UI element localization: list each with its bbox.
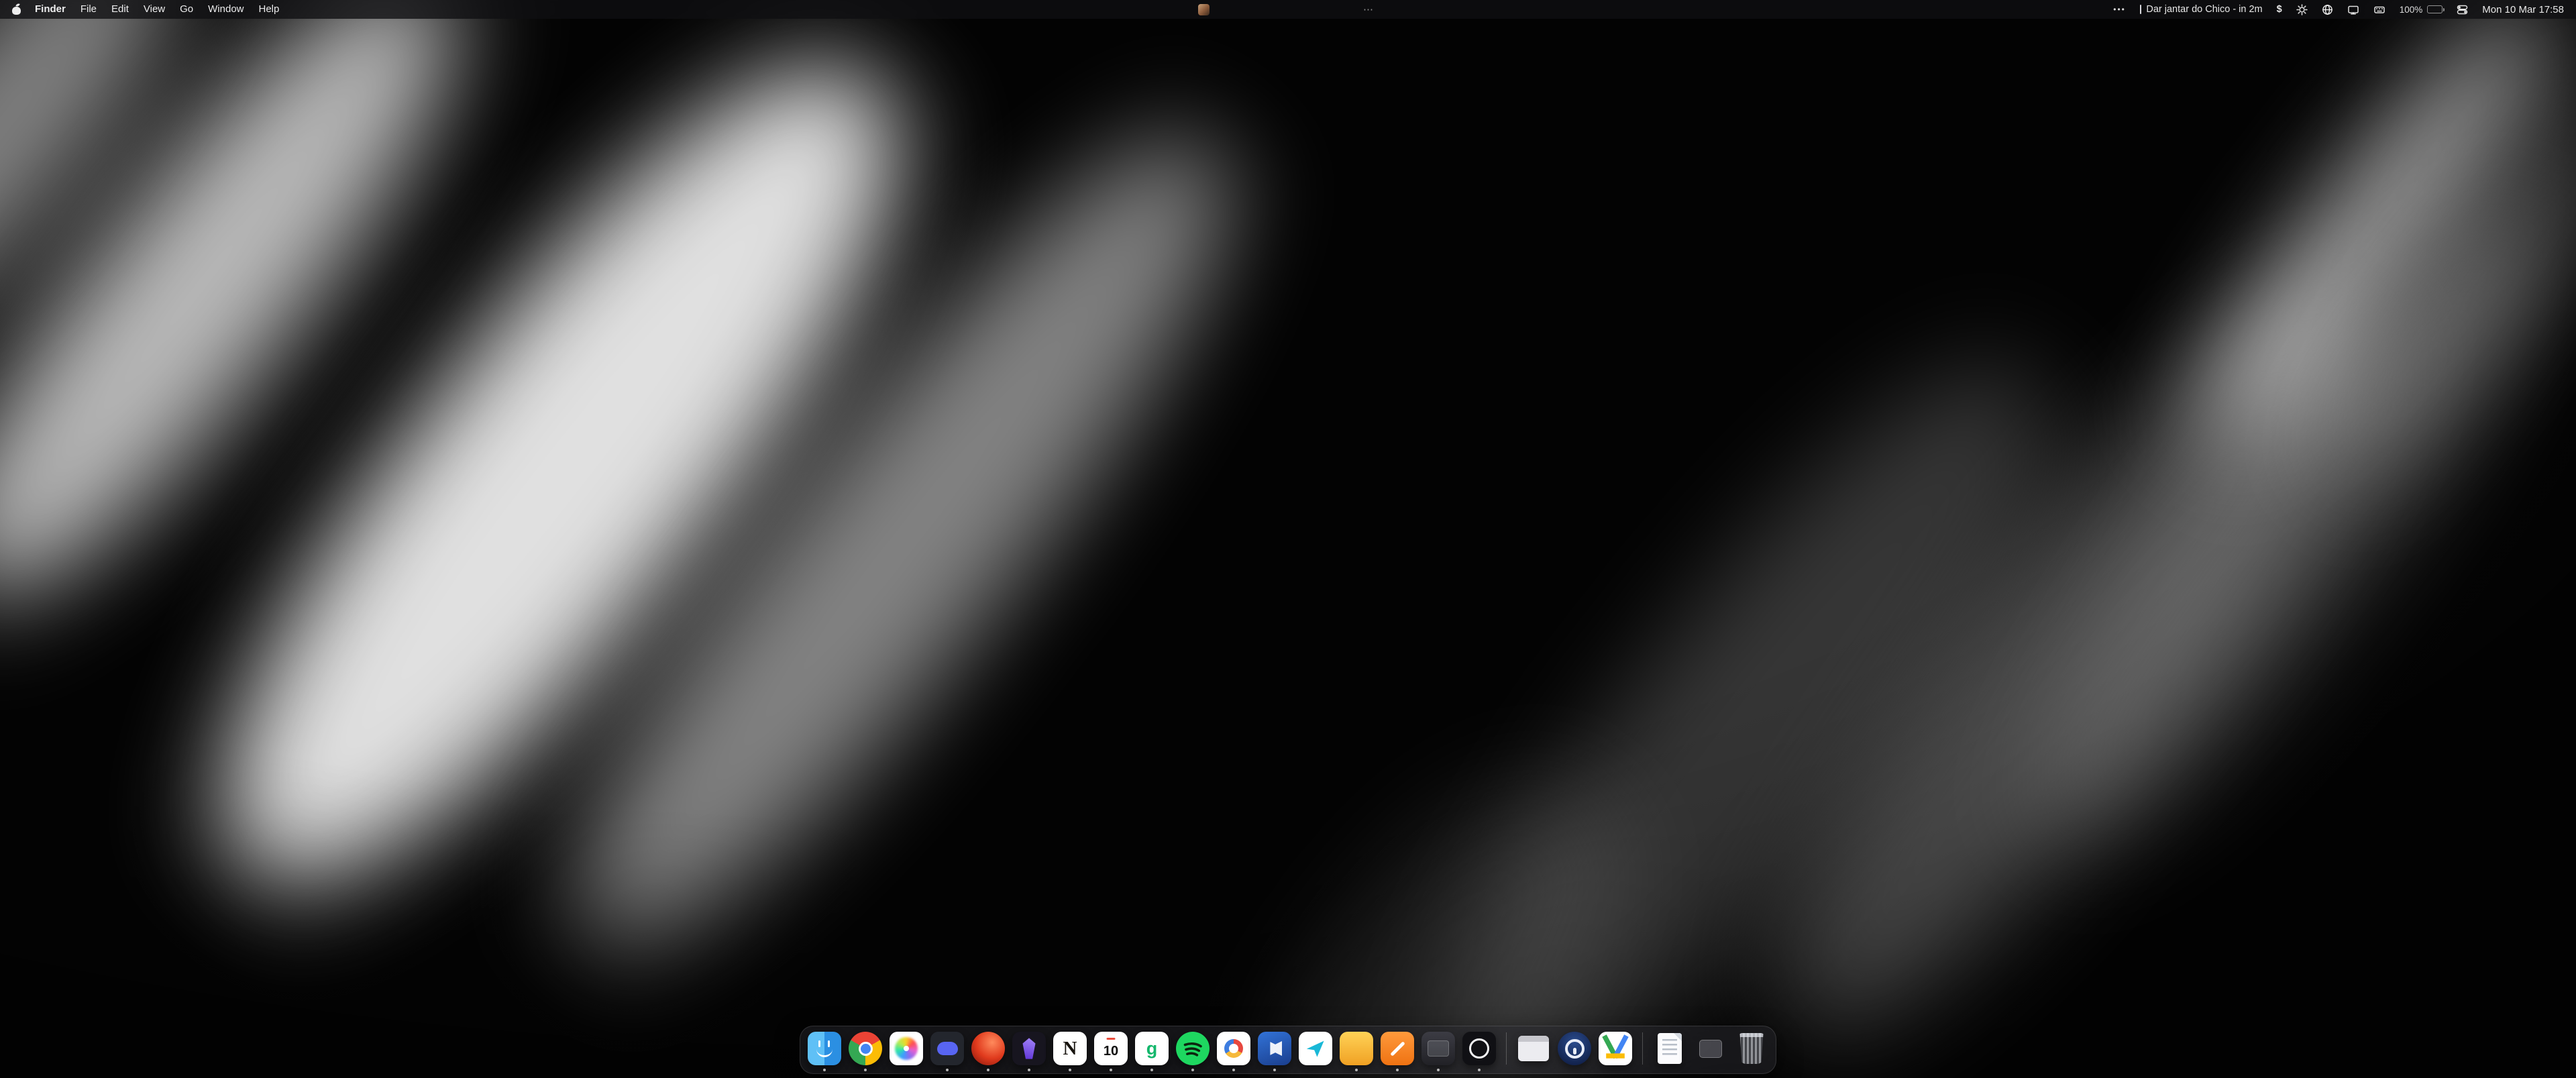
running-indicator <box>1110 1069 1112 1071</box>
dock-item-tableplus[interactable] <box>1217 1032 1250 1065</box>
dock-item-chrome[interactable] <box>849 1032 882 1065</box>
blue-code-app-icon <box>1258 1032 1291 1065</box>
event-text: Dar jantar do Chico - in 2m <box>2146 4 2262 15</box>
dock-item-spotify[interactable] <box>1176 1032 1210 1065</box>
menu-go[interactable]: Go <box>172 0 201 19</box>
running-indicator <box>1355 1069 1358 1071</box>
dock-item-window-preview[interactable] <box>1517 1032 1550 1065</box>
chrome-icon <box>849 1032 882 1065</box>
dock-separator <box>1642 1032 1643 1065</box>
globe-icon[interactable] <box>2322 4 2333 15</box>
calendar-event-item[interactable]: Dar jantar do Chico - in 2m <box>2140 4 2263 15</box>
battery-icon <box>2427 5 2443 13</box>
dock-item-minimized-window[interactable] <box>1694 1032 1727 1065</box>
running-indicator <box>987 1069 989 1071</box>
dock-separator <box>1506 1032 1507 1065</box>
calendar-day-number: 10 <box>1104 1044 1118 1059</box>
menu-view[interactable]: View <box>136 0 172 19</box>
menu-bar: Finder File Edit View Go Window Help ⋯ •… <box>0 0 2576 19</box>
spotify-icon <box>1176 1032 1210 1065</box>
menu-file[interactable]: File <box>73 0 104 19</box>
calendar-icon: 10 <box>1094 1032 1128 1065</box>
running-indicator <box>1150 1069 1153 1071</box>
control-center-icon[interactable] <box>2457 4 2468 15</box>
battery-percent: 100% <box>2400 5 2423 15</box>
running-indicator <box>1028 1069 1030 1071</box>
notion-icon: N <box>1053 1032 1087 1065</box>
red-app-icon <box>971 1032 1005 1065</box>
running-indicator <box>1232 1069 1235 1071</box>
dock-item-calendar[interactable]: 10 <box>1094 1032 1128 1065</box>
dock-item-1password[interactable] <box>1558 1032 1591 1065</box>
running-indicator <box>1191 1069 1194 1071</box>
orange-pencil-app-icon <box>1381 1032 1414 1065</box>
dock-item-colorful-app[interactable] <box>890 1032 923 1065</box>
battery-status[interactable]: 100% <box>2400 5 2443 15</box>
menu-help[interactable]: Help <box>252 0 287 19</box>
dock-item-red-app[interactable] <box>971 1032 1005 1065</box>
dock-item-blue-code-app[interactable] <box>1258 1032 1291 1065</box>
google-drive-icon <box>1599 1032 1632 1065</box>
dock-item-orange-pencil-app[interactable] <box>1381 1032 1414 1065</box>
tableplus-icon <box>1217 1032 1250 1065</box>
dock-item-document[interactable] <box>1653 1032 1686 1065</box>
menubar-app-thumbnail-icon <box>1198 4 1210 15</box>
dark-circle-app-icon <box>1462 1032 1496 1065</box>
document-file-icon <box>1658 1033 1682 1064</box>
1password-icon <box>1558 1032 1591 1065</box>
active-app-menu[interactable]: Finder <box>28 0 73 19</box>
dock-item-google-drive[interactable] <box>1599 1032 1632 1065</box>
dock: N 10 g <box>800 1026 1776 1074</box>
event-color-bar-icon <box>2140 5 2142 14</box>
window-preview-icon <box>1518 1036 1549 1061</box>
dock-item-obsidian[interactable] <box>1012 1032 1046 1065</box>
dock-item-teal-app[interactable] <box>1299 1032 1332 1065</box>
running-indicator <box>1478 1069 1481 1071</box>
status-overflow-icon[interactable]: ••• <box>2113 5 2126 14</box>
obsidian-icon <box>1012 1032 1046 1065</box>
running-indicator <box>1437 1069 1440 1071</box>
menu-window[interactable]: Window <box>201 0 251 19</box>
dark-terminal-app-icon <box>1421 1032 1455 1065</box>
apple-menu-icon[interactable] <box>12 4 21 15</box>
discord-icon <box>930 1032 964 1065</box>
trash-icon <box>1739 1033 1764 1064</box>
teal-app-icon <box>1299 1032 1332 1065</box>
menubar-app-icon[interactable] <box>1198 0 1210 19</box>
dock-item-green-letter-app[interactable]: g <box>1135 1032 1169 1065</box>
running-indicator <box>1273 1069 1276 1071</box>
running-indicator <box>1396 1069 1399 1071</box>
green-letter-app-icon: g <box>1135 1032 1169 1065</box>
dock-item-finder[interactable] <box>808 1032 841 1065</box>
menu-bar-clock[interactable]: Mon 10 Mar 17:58 <box>2482 4 2564 15</box>
display-icon[interactable] <box>2347 4 2359 15</box>
keyboard-icon[interactable] <box>2373 4 2385 15</box>
wallpaper-vignette <box>0 0 2576 1078</box>
dock-item-yellow-app[interactable] <box>1340 1032 1373 1065</box>
menu-bar-left: Finder File Edit View Go Window Help <box>8 0 286 19</box>
running-indicator <box>1069 1069 1071 1071</box>
ellipsis-small-icon: ⋯ <box>1363 3 1373 15</box>
menubar-extra-dots[interactable]: ⋯ <box>1363 0 1373 19</box>
gear-icon[interactable] <box>2296 4 2308 15</box>
dock-item-dark-terminal-app[interactable] <box>1421 1032 1455 1065</box>
running-indicator <box>823 1069 826 1071</box>
yellow-app-icon <box>1340 1032 1373 1065</box>
minimized-window-icon <box>1699 1040 1722 1058</box>
colorful-app-icon <box>890 1032 923 1065</box>
dock-item-dark-circle-app[interactable] <box>1462 1032 1496 1065</box>
menu-bar-status: ••• Dar jantar do Chico - in 2m $ <box>2113 4 2568 15</box>
dollar-icon[interactable]: $ <box>2277 4 2282 15</box>
dock-item-notion[interactable]: N <box>1053 1032 1087 1065</box>
desktop[interactable] <box>0 0 2576 1078</box>
dock-item-trash[interactable] <box>1735 1032 1768 1065</box>
finder-icon <box>808 1032 841 1065</box>
green-app-letter: g <box>1146 1038 1158 1059</box>
dock-item-discord[interactable] <box>930 1032 964 1065</box>
running-indicator <box>864 1069 867 1071</box>
running-indicator <box>946 1069 949 1071</box>
notion-letter: N <box>1063 1038 1077 1060</box>
menu-edit[interactable]: Edit <box>104 0 136 19</box>
